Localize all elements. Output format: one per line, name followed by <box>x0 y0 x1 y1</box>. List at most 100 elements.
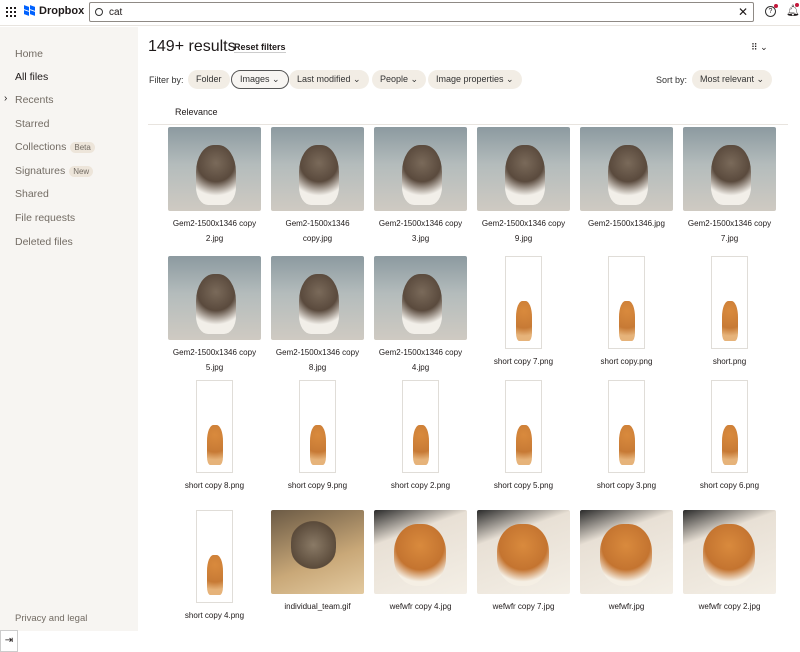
sidebar-item-recents[interactable]: Recents <box>15 94 54 106</box>
search-input[interactable]: cat ✕ <box>89 2 754 22</box>
file-thumbnail <box>374 256 467 340</box>
sidebar-item-home[interactable]: Home <box>15 48 43 60</box>
sidebar-item-all-files[interactable]: All files <box>15 71 48 83</box>
filter-people[interactable]: People ⌄ <box>372 70 427 89</box>
file-thumbnail <box>711 380 748 473</box>
file-name: Gem2-1500x1346 copy.jpg <box>285 219 350 243</box>
file-thumbnail <box>168 127 261 211</box>
filter-images[interactable]: Images ⌄ <box>231 70 289 89</box>
sidebar-item-label: Shared <box>15 188 49 200</box>
file-tile[interactable]: short copy 4.png <box>168 510 261 623</box>
file-thumbnail <box>374 510 467 594</box>
sidebar-item-deleted-files[interactable]: Deleted files <box>15 236 73 248</box>
file-tile[interactable]: Gem2-1500x1346 copy 4.jpg <box>374 256 467 375</box>
file-name: wefwfr copy 7.jpg <box>492 602 555 611</box>
dropbox-logo-icon <box>24 5 36 16</box>
close-icon[interactable]: ✕ <box>738 5 748 19</box>
file-tile[interactable]: individual_team.gif <box>271 510 364 614</box>
file-thumbnail <box>271 127 364 211</box>
file-name: short copy 9.png <box>287 481 348 490</box>
file-tile[interactable]: short copy 6.png <box>683 380 776 493</box>
filter-label: Filter by: <box>149 75 184 85</box>
file-name: Gem2-1500x1346 copy 8.jpg <box>275 348 360 372</box>
sidebar-item-signatures[interactable]: Signatures New <box>15 165 94 177</box>
file-thumbnail <box>608 256 645 349</box>
file-name: Gem2-1500x1346 copy 4.jpg <box>378 348 463 372</box>
file-tile[interactable]: wefwfr.jpg <box>580 510 673 614</box>
file-name: short copy.png <box>600 357 653 366</box>
filter-label-text: Last modified <box>297 74 351 84</box>
sidebar-item-starred[interactable]: Starred <box>15 118 49 130</box>
file-tile[interactable]: short copy 3.png <box>580 380 673 493</box>
file-thumbnail <box>477 127 570 211</box>
sidebar-item-file-requests[interactable]: File requests <box>15 212 75 224</box>
divider <box>148 124 788 125</box>
sidebar-item-label: Recents <box>15 94 54 106</box>
privacy-link[interactable]: Privacy and legal <box>15 613 87 624</box>
results-count: 149+ results <box>148 38 236 55</box>
view-toggle-button[interactable]: ⠿ ⌄ <box>751 42 768 53</box>
file-thumbnail <box>271 256 364 340</box>
file-name: Gem2-1500x1346 copy 7.jpg <box>687 219 772 243</box>
sidebar-item-label: Deleted files <box>15 236 73 248</box>
file-name: short.png <box>712 357 747 366</box>
file-thumbnail <box>505 256 542 349</box>
file-tile[interactable]: Gem2-1500x1346 copy.jpg <box>271 127 364 246</box>
file-name: short copy 3.png <box>596 481 657 490</box>
sidebar-badge: New <box>69 166 94 177</box>
sidebar-item-label: Signatures <box>15 165 66 177</box>
file-thumbnail <box>271 510 364 594</box>
file-tile[interactable]: Gem2-1500x1346 copy 9.jpg <box>477 127 570 246</box>
file-thumbnail <box>299 380 336 473</box>
file-tile[interactable]: Gem2-1500x1346 copy 7.jpg <box>683 127 776 246</box>
file-thumbnail <box>505 380 542 473</box>
file-name: short copy 7.png <box>493 357 554 366</box>
file-name: Gem2-1500x1346 copy 5.jpg <box>172 348 257 372</box>
file-tile[interactable]: Gem2-1500x1346 copy 5.jpg <box>168 256 261 375</box>
file-tile[interactable]: wefwfr copy 2.jpg <box>683 510 776 614</box>
filter-label-text: Image properties <box>436 74 504 84</box>
file-thumbnail <box>580 510 673 594</box>
file-tile[interactable]: short copy 5.png <box>477 380 570 493</box>
sort-dropdown[interactable]: Most relevant ⌄ <box>692 70 773 89</box>
file-tile[interactable]: short copy 2.png <box>374 380 467 493</box>
chevron-right-icon: › <box>4 93 8 104</box>
file-tile[interactable]: Gem2-1500x1346 copy 3.jpg <box>374 127 467 246</box>
file-tile[interactable]: Gem2-1500x1346 copy 8.jpg <box>271 256 364 375</box>
file-tile[interactable]: wefwfr copy 4.jpg <box>374 510 467 614</box>
app-grid-icon[interactable] <box>6 7 16 17</box>
sort-value: Most relevant <box>700 74 755 84</box>
file-name: short copy 2.png <box>390 481 451 490</box>
dropbox-logo[interactable]: Dropbox <box>24 5 84 17</box>
sidebar-item-label: Home <box>15 48 44 60</box>
sidebar-item-collections[interactable]: Collections Beta <box>15 141 95 153</box>
file-name: short copy 5.png <box>493 481 554 490</box>
file-tile[interactable]: Gem2-1500x1346.jpg <box>580 127 673 231</box>
file-thumbnail <box>196 510 233 603</box>
file-thumbnail <box>402 380 439 473</box>
file-tile[interactable]: short copy 9.png <box>271 380 364 493</box>
sidebar-item-shared[interactable]: Shared <box>15 188 49 200</box>
file-tile[interactable]: short.png <box>683 256 776 369</box>
file-name: short copy 6.png <box>699 481 760 490</box>
filter-label-text: Folder <box>196 74 222 84</box>
top-bar: Dropbox cat ✕ ? 🔔︎ <box>0 0 800 26</box>
reset-filters-button[interactable]: Reset filters <box>234 42 286 53</box>
file-tile[interactable]: short copy 7.png <box>477 256 570 369</box>
file-thumbnail <box>683 510 776 594</box>
sidebar-item-label: Collections <box>15 141 67 153</box>
file-name: wefwfr copy 2.jpg <box>698 602 761 611</box>
file-tile[interactable]: short copy 8.png <box>168 380 261 493</box>
relevance-header[interactable]: Relevance <box>175 107 218 117</box>
filter-last-modified[interactable]: Last modified ⌄ <box>289 70 369 89</box>
filter-folder[interactable]: Folder <box>188 70 230 89</box>
file-thumbnail <box>477 510 570 594</box>
filter-label-text: Images <box>240 74 270 84</box>
file-name: short copy 4.png <box>184 611 245 620</box>
collapse-sidebar-button[interactable]: ⇥ <box>0 630 18 652</box>
file-tile[interactable]: wefwfr copy 7.jpg <box>477 510 570 614</box>
file-tile[interactable]: short copy.png <box>580 256 673 369</box>
filter-image-properties[interactable]: Image properties ⌄ <box>428 70 522 89</box>
file-tile[interactable]: Gem2-1500x1346 copy 2.jpg <box>168 127 261 246</box>
file-thumbnail <box>168 256 261 340</box>
